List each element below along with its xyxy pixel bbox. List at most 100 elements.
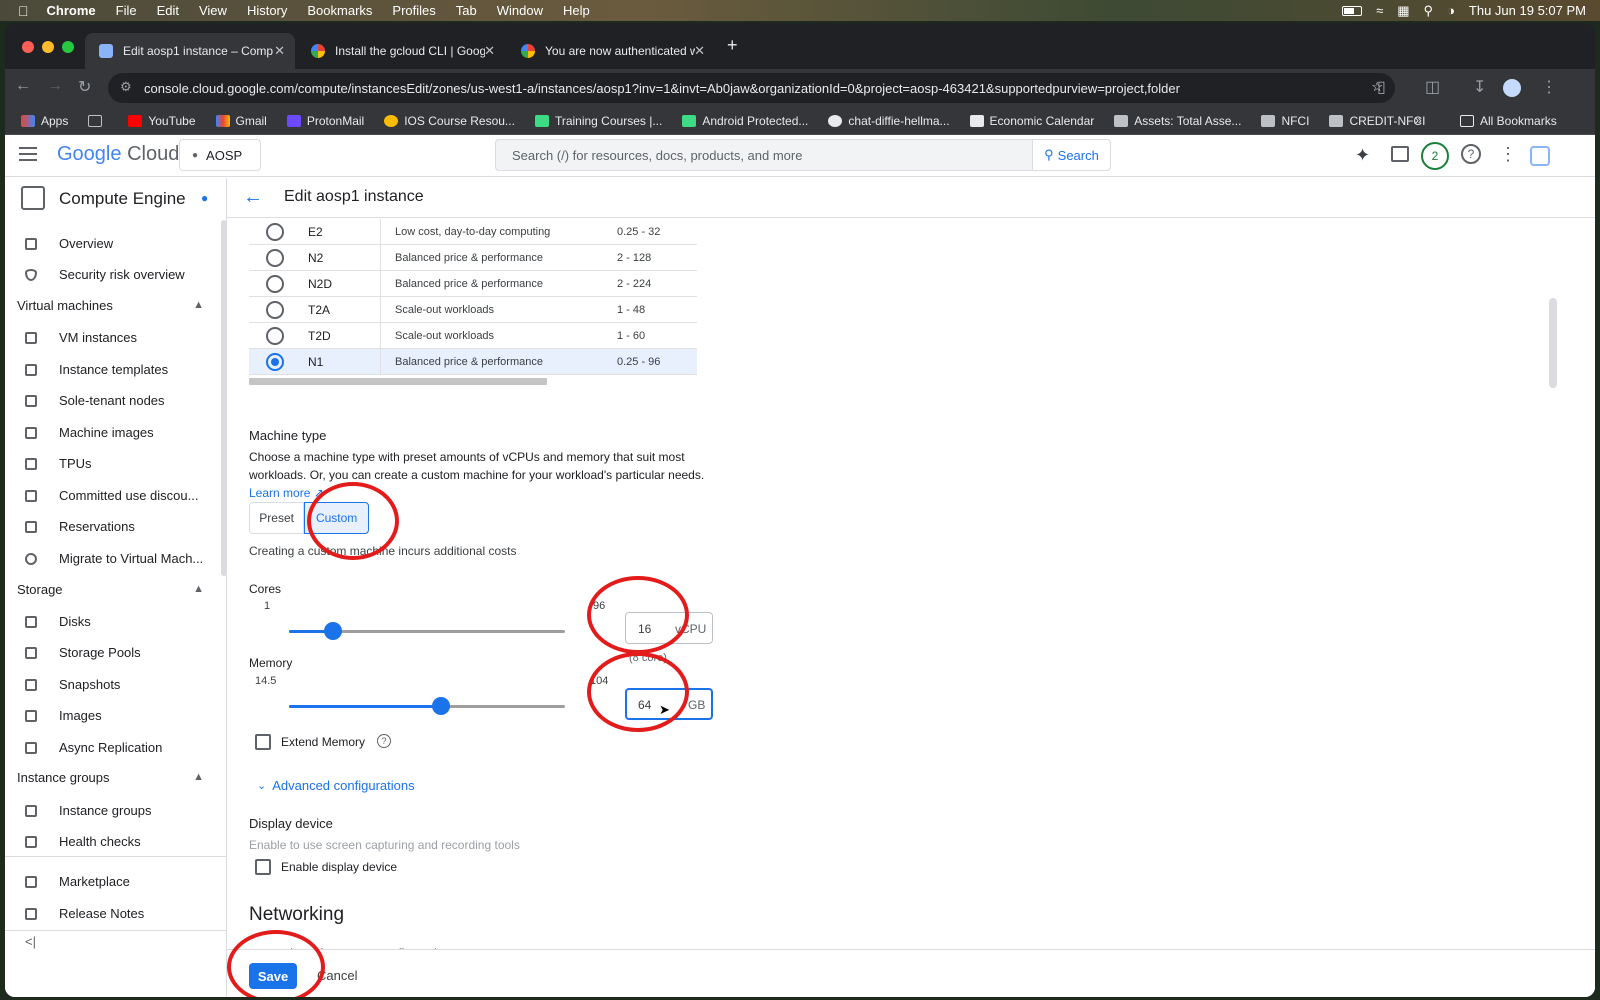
nav-release-notes[interactable]: Release Notes	[5, 898, 215, 929]
nav-async-replication[interactable]: Async Replication	[5, 732, 215, 763]
series-row-n1-selected[interactable]: N1 Balanced price & performance 0.25 - 96	[249, 349, 697, 375]
keyboard-icon[interactable]: ▦	[1397, 3, 1409, 19]
series-radio[interactable]	[266, 274, 284, 293]
extend-memory-checkbox[interactable]	[255, 734, 271, 750]
gemini-sparkle-icon[interactable]: ✦	[1355, 145, 1370, 166]
nav-disks[interactable]: Disks	[5, 606, 215, 637]
table-horizontal-scrollbar[interactable]	[249, 378, 547, 385]
bookmark-protonmail[interactable]: ProtonMail	[286, 114, 364, 128]
nav-sole-tenant-nodes[interactable]: Sole-tenant nodes	[5, 385, 215, 416]
help-icon[interactable]: ?	[1461, 144, 1481, 164]
series-row-n2d[interactable]: N2D Balanced price & performance 2 - 224	[249, 271, 697, 297]
enable-display-device-checkbox[interactable]	[255, 859, 271, 875]
nav-reservations[interactable]: Reservations	[5, 511, 215, 542]
project-picker[interactable]: ● AOSP	[179, 139, 261, 171]
tab-edit-instance[interactable]: Edit aosp1 instance – Comput ✕	[85, 33, 295, 69]
site-info-icon[interactable]: ⚙	[120, 79, 132, 95]
bookmark-apps[interactable]: Apps	[21, 114, 68, 128]
cores-slider-thumb[interactable]	[324, 622, 342, 640]
nav-migrate[interactable]: Migrate to Virtual Mach...	[5, 543, 215, 574]
main-scrollbar[interactable]	[1549, 298, 1557, 388]
profile-avatar[interactable]	[1503, 79, 1521, 97]
search-input[interactable]: Search (/) for resources, docs, products…	[495, 139, 1111, 171]
account-avatar[interactable]	[1530, 146, 1550, 166]
menu-edit[interactable]: Edit	[157, 3, 179, 18]
window-minimize-button[interactable]	[42, 41, 54, 53]
advanced-configurations-toggle[interactable]: ⌄ Advanced configurations	[257, 778, 415, 793]
bookmark-credit-nfci[interactable]: CREDIT-NFCI	[1329, 114, 1425, 128]
series-radio[interactable]	[266, 222, 284, 241]
hamburger-menu-icon[interactable]	[19, 147, 37, 161]
tab-search-icon[interactable]: ◫	[1425, 77, 1440, 97]
forward-icon[interactable]: →	[47, 77, 63, 95]
nav-storage-pools[interactable]: Storage Pools	[5, 637, 215, 668]
cloud-shell-icon[interactable]	[1391, 146, 1409, 162]
series-radio[interactable]	[266, 326, 284, 345]
menu-app-name[interactable]: Chrome	[47, 3, 96, 18]
nav-committed-use[interactable]: Committed use discou...	[5, 480, 215, 511]
menu-history[interactable]: History	[247, 3, 287, 18]
window-zoom-button[interactable]	[62, 41, 74, 53]
menu-file[interactable]: File	[116, 3, 137, 18]
nav-overview[interactable]: Overview	[5, 228, 215, 259]
nav-section-instance-groups[interactable]: Instance groups ▲	[17, 763, 212, 791]
tab-authenticated[interactable]: You are now authenticated wi ✕	[507, 33, 715, 69]
series-row-n2[interactable]: N2 Balanced price & performance 2 - 128	[249, 245, 697, 271]
menubar-clock[interactable]: Thu Jun 19 5:07 PM	[1469, 3, 1586, 18]
new-tab-icon[interactable]: +	[727, 35, 738, 56]
bookmark-gmail[interactable]: Gmail	[215, 114, 267, 128]
tab-close-icon[interactable]: ✕	[274, 43, 285, 59]
bookmark-training[interactable]: Training Courses |...	[534, 114, 662, 128]
menu-tab[interactable]: Tab	[456, 3, 477, 18]
apple-menu-icon[interactable]: 	[18, 3, 29, 19]
menu-help[interactable]: Help	[563, 3, 590, 18]
more-options-icon[interactable]: ⋮	[1499, 144, 1517, 165]
spotlight-search-icon[interactable]: ⚲	[1424, 3, 1434, 19]
back-arrow-icon[interactable]: ←	[243, 186, 263, 209]
nav-health-checks[interactable]: Health checks	[5, 826, 215, 857]
nav-section-virtual-machines[interactable]: Virtual machines ▲	[17, 291, 212, 319]
bookmark-android-protected[interactable]: Android Protected...	[682, 114, 808, 128]
google-cloud-logo[interactable]: Google Cloud	[57, 143, 179, 166]
nav-section-storage[interactable]: Storage ▲	[17, 575, 212, 603]
learn-more-link[interactable]: Learn more	[249, 486, 310, 500]
series-row-t2d[interactable]: T2D Scale-out workloads 1 - 60	[249, 323, 697, 349]
menu-bookmarks[interactable]: Bookmarks	[307, 3, 372, 18]
bookmark-economic-calendar[interactable]: Economic Calendar	[969, 114, 1094, 128]
series-radio[interactable]	[266, 300, 284, 319]
nav-marketplace[interactable]: Marketplace	[5, 866, 215, 897]
menu-view[interactable]: View	[199, 3, 227, 18]
help-circle-icon[interactable]: ?	[377, 734, 391, 748]
back-icon[interactable]: ←	[15, 77, 31, 95]
nav-tpus[interactable]: TPUs	[5, 448, 215, 479]
memory-slider-thumb[interactable]	[432, 697, 450, 715]
window-close-button[interactable]	[22, 41, 34, 53]
menu-window[interactable]: Window	[497, 3, 543, 18]
tab-close-icon[interactable]: ✕	[484, 43, 495, 59]
more-bookmarks-icon[interactable]: »	[1415, 113, 1422, 127]
download-icon[interactable]: ↧	[1473, 77, 1486, 97]
bookmark-nfci[interactable]: NFCI	[1261, 114, 1309, 128]
all-bookmarks[interactable]: All Bookmarks	[1460, 114, 1557, 128]
menu-profiles[interactable]: Profiles	[392, 3, 435, 18]
address-bar[interactable]: ⚙ console.cloud.google.com/compute/insta…	[108, 73, 1395, 103]
nav-vm-instances[interactable]: VM instances	[5, 322, 215, 353]
control-center-icon[interactable]: ◑	[1447, 3, 1455, 18]
reload-icon[interactable]: ↻	[78, 77, 91, 97]
nav-images[interactable]: Images	[5, 700, 215, 731]
tab-close-icon[interactable]: ✕	[694, 43, 705, 59]
tab-install-gcloud[interactable]: Install the gcloud CLI | Goog ✕	[297, 33, 505, 69]
nav-instance-templates[interactable]: Instance templates	[5, 354, 215, 385]
nav-security-risk[interactable]: Security risk overview	[5, 259, 215, 290]
series-radio-selected[interactable]	[266, 352, 284, 371]
wifi-icon[interactable]: ≈	[1376, 3, 1383, 18]
bookmark-youtube[interactable]: YouTube	[128, 114, 196, 128]
nav-machine-images[interactable]: Machine images	[5, 417, 215, 448]
bookmark-assets[interactable]: Assets: Total Asse...	[1114, 114, 1241, 128]
chrome-menu-icon[interactable]: ⋮	[1541, 77, 1557, 97]
battery-icon[interactable]	[1342, 5, 1363, 16]
extensions-icon[interactable]: ▯	[1377, 77, 1386, 97]
series-row-e2[interactable]: E2 Low cost, day-to-day computing 0.25 - 3…	[249, 219, 697, 245]
notifications-badge[interactable]: 2	[1421, 142, 1449, 170]
series-radio[interactable]	[266, 248, 284, 267]
